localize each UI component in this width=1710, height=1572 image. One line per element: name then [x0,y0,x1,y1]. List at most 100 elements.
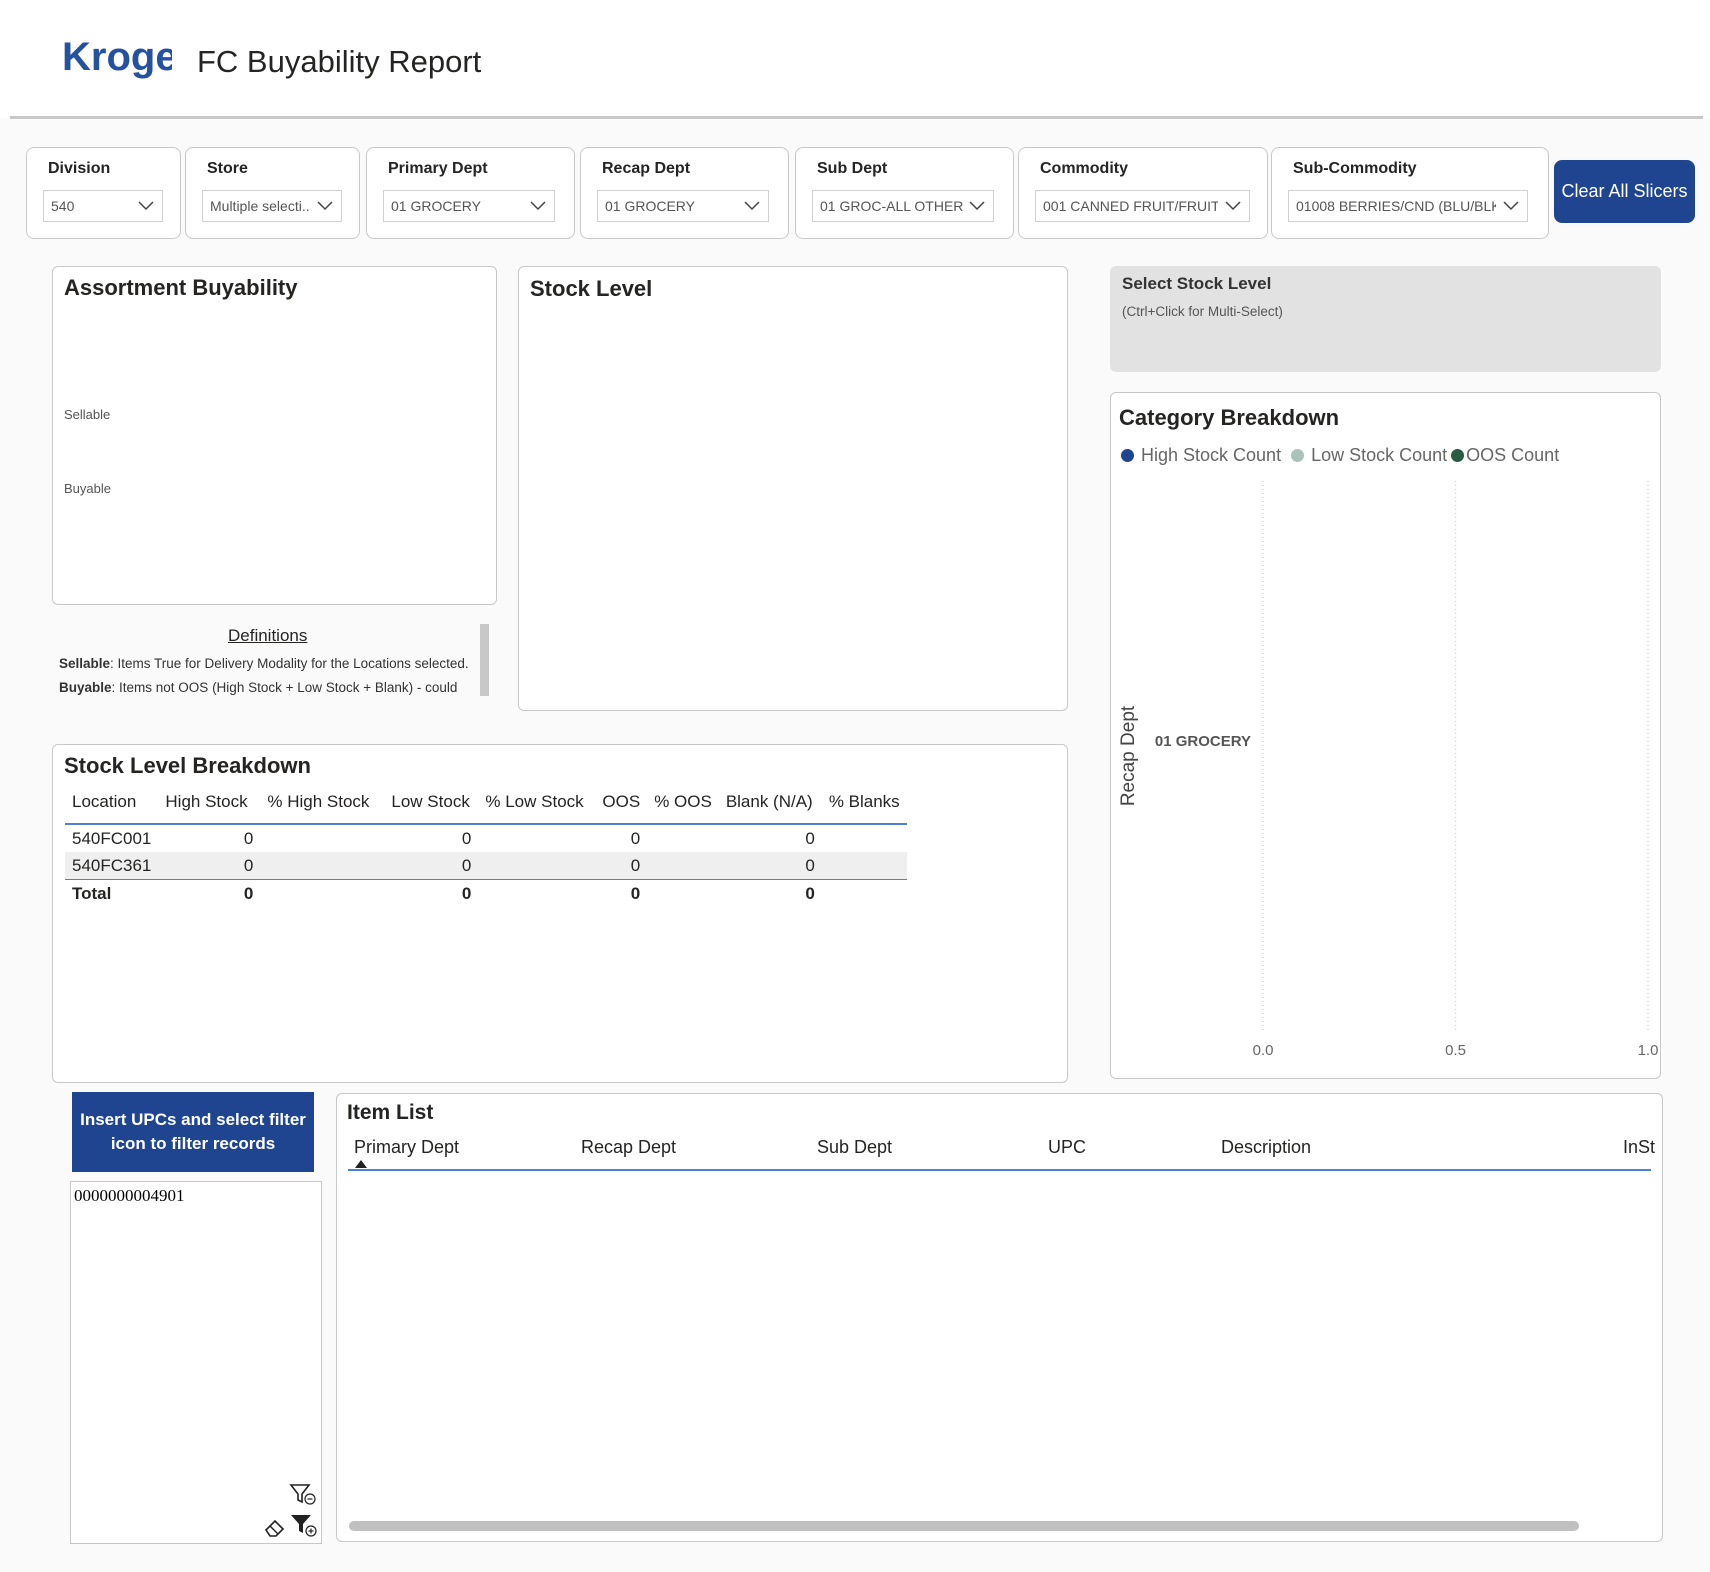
panel-title: Stock Level [530,276,653,301]
legend-label: OOS Count [1466,445,1560,465]
page-title: FC Buyability Report [197,44,482,79]
table-cell [647,852,719,880]
filter-remove-icon[interactable] [289,1482,317,1506]
table-cell [478,880,595,908]
recap-dept-dropdown[interactable]: 01 GROCERY [597,190,769,222]
table-cell [478,852,596,880]
legend-item[interactable]: Low Stock Count [1291,445,1447,466]
panel-title: Item List [347,1101,434,1124]
dropdown-value: 01 GROCERY [391,198,481,214]
dropdown-value: 01 GROC-ALL OTHER [820,198,964,214]
column-header[interactable]: % High Stock [260,781,385,825]
definitions-text[interactable]: Sellable: Items True for Delivery Modali… [59,652,489,722]
legend-label: High Stock Count [1141,445,1282,465]
category-breakdown-panel: Category Breakdown High Stock Count Low … [1110,392,1661,1079]
chart-legend: High Stock Count Low Stock Count OOS Cou… [1121,445,1559,466]
slicer-division: Division 540 [26,147,181,239]
table-cell: 0 [630,883,641,903]
column-header[interactable]: Primary Dept [354,1137,459,1158]
table-row[interactable]: 540FC001 0 0 0 0 [65,824,907,852]
slicer-sub-commodity: Sub-Commodity 01008 BERRIES/CND (BLU/BLK… [1271,147,1549,239]
table-cell: 0 [158,852,261,880]
column-header[interactable]: % Low Stock [478,781,596,825]
column-header[interactable]: OOS [595,781,648,825]
slicer-recap-dept: Recap Dept 01 GROCERY [580,147,789,239]
column-header[interactable]: Recap Dept [581,1137,676,1158]
table-cell [821,852,907,880]
stock-breakdown-table: Location High Stock % High Stock Low Sto… [65,781,907,907]
slicer-title: Sub Dept [817,160,888,177]
stock-level-panel: Stock Level [518,266,1068,711]
header-divider [10,116,1703,119]
clear-all-slicers-button[interactable]: Clear All Slicers [1554,160,1695,223]
slicer-primary-dept: Primary Dept 01 GROCERY [366,147,575,239]
slicer-title: Commodity [1040,160,1128,177]
legend-dot [1291,449,1305,462]
chevron-down-icon [317,201,333,211]
division-dropdown[interactable]: 540 [43,190,163,222]
column-header[interactable]: % OOS [647,781,719,825]
table-cell [822,824,907,852]
slicer-sub-dept: Sub Dept 01 GROC-ALL OTHER [795,147,1014,239]
table-cell [260,824,384,852]
table-cell: 540FC001 [72,828,152,848]
assortment-buyability-panel: Assortment Buyability Sellable Buyable [52,266,497,605]
chevron-down-icon [1225,201,1241,211]
table-row[interactable]: 540FC361 0 0 0 0 [65,852,907,880]
item-list-panel: Item List Primary Dept Recap Dept Sub De… [336,1093,1663,1542]
table-total-row: Total 0 0 0 0 [65,880,907,908]
dropdown-value: 001 CANNED FRUIT/FRUIT ... [1043,198,1218,214]
sub-commodity-dropdown[interactable]: 01008 BERRIES/CND (BLU/BLK/... [1288,190,1528,222]
slicer-title: Sub-Commodity [1293,160,1417,177]
table-cell: 0 [461,883,472,903]
table-cell: 0 [805,828,815,848]
column-header[interactable]: Blank (N/A) [718,781,822,825]
slicer-store: Store Multiple selecti... [185,147,360,239]
x-tick-label: 0.5 [1445,1042,1466,1059]
slicer-title: Division [48,160,111,177]
column-header[interactable]: InSt [1623,1137,1655,1158]
table-cell [260,852,385,880]
legend-item[interactable]: OOS Count [1451,445,1559,466]
definitions-heading: Definitions [228,626,308,645]
panel-title: Category Breakdown [1119,405,1340,430]
slicer-title: Store [207,160,248,177]
sub-dept-dropdown[interactable]: 01 GROC-ALL OTHER [812,190,994,222]
commodity-dropdown[interactable]: 001 CANNED FRUIT/FRUIT ... [1035,190,1250,222]
stock-level-breakdown-panel: Stock Level Breakdown Location High Stoc… [52,744,1068,1083]
chevron-down-icon [530,201,546,211]
item-list-header-rule [348,1169,1651,1171]
kroger-logo: Kroger [60,30,193,96]
table-cell [822,880,907,908]
upc-input-box[interactable]: 0000000004901 [70,1181,322,1544]
column-header[interactable]: Description [1221,1137,1311,1158]
select-stock-level-slicer[interactable]: Select Stock Level (Ctrl+Click for Multi… [1110,266,1661,372]
upc-input-value: 0000000004901 [74,1186,185,1205]
buyable-term: Buyable [59,680,112,695]
column-header[interactable]: % Blanks [821,781,907,825]
primary-dept-dropdown[interactable]: 01 GROCERY [383,190,555,222]
column-header[interactable]: Location [65,781,159,825]
column-header[interactable]: Sub Dept [817,1137,892,1158]
buyable-definition: : Items not OOS (High Stock + Low Stock … [111,680,458,695]
dropdown-value: Multiple selecti... [210,198,310,214]
store-dropdown[interactable]: Multiple selecti... [202,190,342,222]
column-header[interactable]: High Stock [158,781,261,825]
chevron-down-icon [744,201,760,211]
definitions-scrollbar[interactable] [480,624,489,696]
table-cell: 0 [630,828,641,848]
table-cell [647,824,719,852]
column-header[interactable]: UPC [1048,1137,1086,1158]
sellable-term: Sellable [59,656,111,671]
legend-item[interactable]: High Stock Count [1121,445,1281,466]
table-header-row: Location High Stock % High Stock Low Sto… [65,781,907,825]
category-chart: 0.0 0.5 1.0 Recap Dept 01 GROCERY [1118,481,1658,1059]
chevron-down-icon [1503,201,1519,211]
item-list-scrollbar[interactable] [349,1521,1579,1531]
filter-apply-icon[interactable] [289,1512,319,1538]
eraser-icon[interactable] [263,1516,287,1538]
dropdown-value: 540 [51,198,75,214]
column-header[interactable]: Low Stock [384,781,479,825]
table-cell: 0 [461,828,472,848]
dropdown-value: 01 GROCERY [605,198,695,214]
